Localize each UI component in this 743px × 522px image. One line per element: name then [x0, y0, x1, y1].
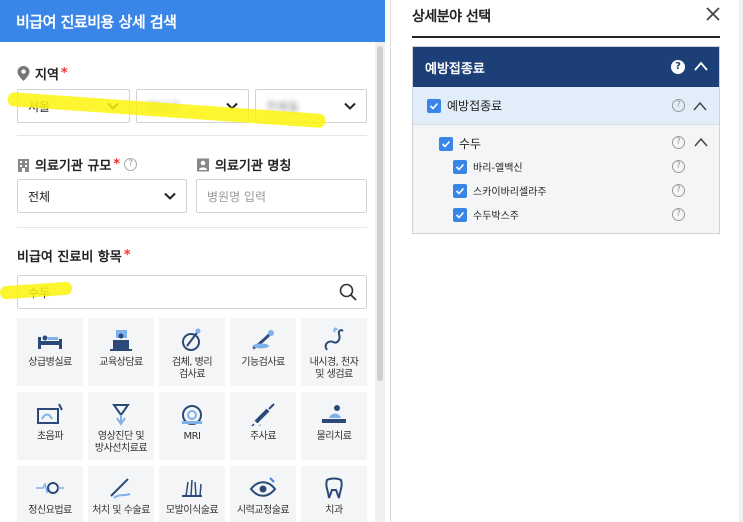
facility-size-value: 전체	[28, 189, 51, 204]
category-tile[interactable]: 모발이식술료	[159, 466, 225, 522]
category-tile[interactable]: 영상진단 및 방사선치료료	[88, 392, 154, 460]
id-card-icon	[197, 158, 209, 171]
category-tile[interactable]: MRI	[159, 392, 225, 460]
tree-level3-label: 스카이바리셀라주	[473, 187, 547, 198]
category-tile[interactable]: 시력교정술료	[230, 466, 296, 522]
detail-field-panel: 상세분야 선택 예방접종료 ? 예방접종료 ? 수두 ? 바리-엘백신 ? 스카…	[390, 0, 743, 522]
checkbox-checked-icon[interactable]	[453, 159, 467, 174]
facility-name-label: 의료기관 명칭	[196, 155, 291, 174]
checkbox-checked-icon[interactable]	[439, 136, 453, 151]
tooth-icon	[325, 477, 343, 499]
function-test-icon	[252, 330, 274, 350]
checkbox-checked-icon[interactable]	[453, 183, 467, 198]
category-tile[interactable]: 검체, 병리 검사료	[159, 318, 225, 386]
chevron-up-icon[interactable]	[694, 137, 708, 147]
consultation-icon	[110, 330, 132, 351]
panel-title: 비급여 진료비용 상세 검색	[16, 12, 177, 31]
hospital-bed-icon	[38, 335, 62, 349]
endoscope-icon	[324, 327, 344, 351]
help-icon[interactable]: ?	[124, 158, 138, 171]
panel-title: 상세분야 선택	[412, 9, 491, 25]
tree-root-label: 예방접종료	[425, 61, 485, 77]
category-tile[interactable]: 교육상담료	[88, 318, 154, 386]
chevron-down-icon	[164, 192, 176, 200]
help-icon[interactable]: ?	[671, 60, 685, 74]
ultrasound-icon	[37, 403, 63, 424]
radiology-icon	[112, 404, 130, 426]
tree-level3-label: 바리-엘백신	[473, 163, 523, 174]
tree-level3-row[interactable]: 스카이바리셀라주	[453, 183, 547, 198]
detail-search-panel: 비급여 진료비용 상세 검색 지역* 서울 강남구 전체동	[0, 0, 385, 522]
category-tile[interactable]: 주사료	[230, 392, 296, 460]
chevron-down-icon	[344, 102, 356, 110]
divider	[17, 227, 367, 228]
chevron-up-icon[interactable]	[693, 101, 707, 111]
tree-level2-label: 수두	[459, 137, 482, 151]
tree-level2-row[interactable]: 수두	[439, 135, 481, 152]
chevron-up-icon[interactable]	[693, 60, 709, 72]
help-icon[interactable]: ?	[672, 208, 685, 221]
facility-name-placeholder: 병원명 입력	[207, 189, 267, 204]
help-icon[interactable]: ?	[672, 136, 685, 149]
background-page-edge	[739, 0, 743, 522]
scrollbar-thumb[interactable]	[377, 46, 383, 381]
category-tile[interactable]: 처치 및 수술료	[88, 466, 154, 522]
panel-header: 비급여 진료비용 상세 검색	[0, 0, 385, 42]
scrollbar[interactable]	[375, 42, 385, 522]
building-icon	[18, 158, 29, 172]
checkbox-checked-icon[interactable]	[427, 98, 441, 113]
item-label: 비급여 진료비 항목 *	[17, 248, 131, 265]
category-tile[interactable]: 기능검사료	[230, 318, 296, 386]
divider	[17, 135, 367, 136]
help-icon[interactable]: ?	[672, 99, 685, 112]
category-tile[interactable]: 물리치료	[301, 392, 367, 460]
help-icon[interactable]: ?	[672, 184, 685, 197]
syringe-icon	[251, 403, 275, 427]
tree-level3-row[interactable]: 바리-엘백신	[453, 159, 523, 174]
pathology-test-icon	[182, 328, 201, 351]
location-pin-icon	[17, 66, 30, 81]
checkbox-checked-icon[interactable]	[453, 207, 467, 222]
tree-root-row[interactable]: 예방접종료 ?	[413, 47, 719, 87]
search-icon[interactable]	[339, 283, 357, 301]
close-icon[interactable]	[704, 5, 722, 23]
tree-level3-label: 수두박스주	[473, 211, 519, 222]
eye-icon	[249, 477, 277, 497]
physical-therapy-icon	[322, 405, 346, 423]
category-tile[interactable]: 상급병실료	[17, 318, 83, 386]
hair-transplant-icon	[182, 479, 202, 497]
category-tile[interactable]: 정신요법료	[17, 466, 83, 522]
category-tile[interactable]: 치과	[301, 466, 367, 522]
help-icon[interactable]: ?	[672, 160, 685, 173]
tree-children: 수두 ? 바리-엘백신 ? 스카이바리셀라주 ? 수두박스주 ?	[413, 125, 719, 233]
category-tree: 예방접종료 ? 예방접종료 ? 수두 ? 바리-엘백신 ? 스카이바리셀라주 ?…	[412, 46, 720, 234]
tree-level3-row[interactable]: 수두박스주	[453, 207, 519, 222]
facility-size-select[interactable]: 전체	[17, 179, 187, 213]
facility-size-label: 의료기관 규모 * ?	[17, 155, 138, 174]
psychotherapy-icon	[36, 481, 64, 495]
tree-level1-label: 예방접종료	[447, 99, 503, 113]
category-tile[interactable]: 초음파	[17, 392, 83, 460]
facility-name-input[interactable]: 병원명 입력	[196, 179, 367, 213]
surgery-icon	[110, 478, 131, 499]
title-underline	[412, 36, 720, 38]
mri-icon	[182, 405, 202, 425]
region-label: 지역 *	[17, 64, 68, 83]
app-root: 비급여 진료비용 상세 검색 지역* 서울 강남구 전체동	[0, 0, 743, 522]
tree-level1-row[interactable]: 예방접종료 ?	[413, 87, 719, 125]
category-tile[interactable]: 내시경, 천자 및 생검료	[301, 318, 367, 386]
